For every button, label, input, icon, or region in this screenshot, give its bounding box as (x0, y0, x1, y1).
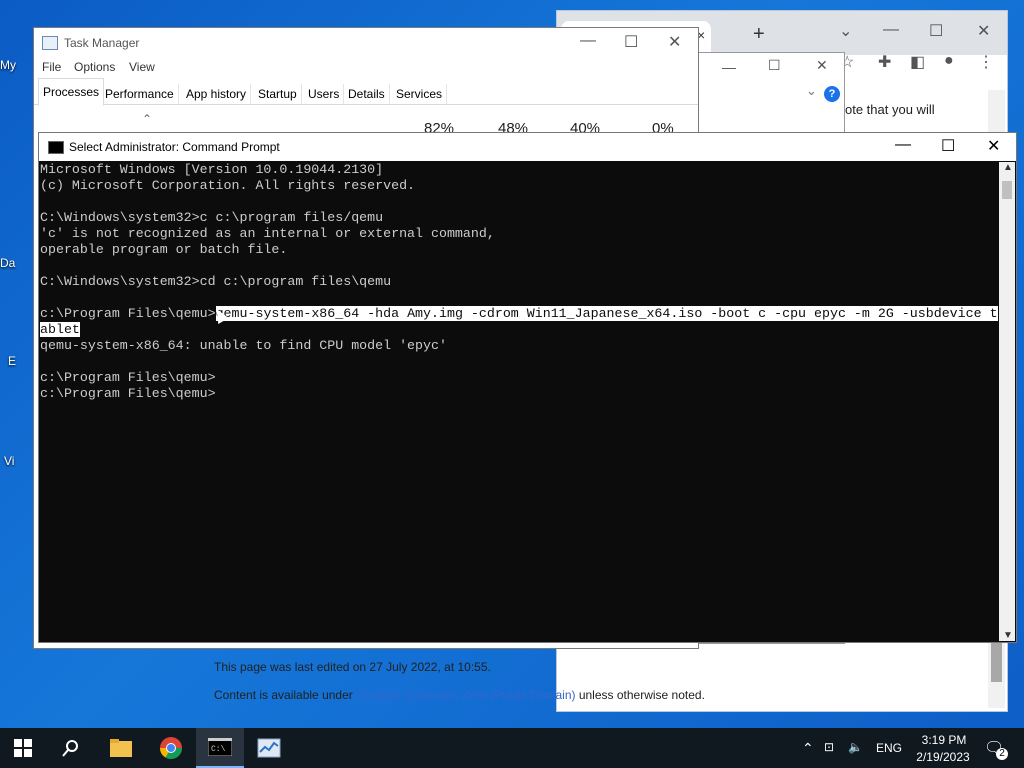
language-indicator[interactable]: ENG (876, 741, 902, 755)
command-prompt-window[interactable]: Select Administrator: Command Prompt — ☐… (38, 132, 1017, 643)
task-manager-icon (257, 738, 281, 758)
license-suffix: unless otherwise noted. (575, 688, 705, 702)
license-text: Content is available under Creative Comm… (214, 688, 705, 702)
clock-time[interactable]: 3:19 PM (914, 733, 974, 747)
search-button[interactable] (48, 728, 94, 768)
tab-users[interactable]: Users (304, 84, 345, 104)
clock-date[interactable]: 2/19/2023 (910, 750, 976, 764)
chevron-down-icon[interactable]: ⌄ (806, 83, 817, 99)
page-text-snippet: ote that you will (845, 102, 935, 117)
more-menu-icon[interactable]: ⋮ (978, 52, 994, 72)
scroll-down-icon[interactable]: ▼ (1003, 630, 1013, 641)
minimize-icon[interactable]: — (883, 21, 899, 39)
new-tab-button[interactable]: + (753, 23, 765, 46)
minimize-icon[interactable]: — (722, 59, 736, 75)
windows-logo-icon (14, 739, 32, 757)
close-icon[interactable]: ✕ (977, 21, 990, 41)
tab-startup[interactable]: Startup (254, 84, 302, 104)
close-icon[interactable]: ✕ (987, 136, 1000, 156)
console-line: 'c' is not recognized as an internal or … (40, 226, 495, 241)
chrome-icon (160, 737, 182, 759)
help-icon[interactable]: ? (824, 86, 840, 102)
console-line: C:\Windows\system32>c c:\program files/q… (40, 210, 384, 225)
console-line: C:\Windows\system32>cd c:\program files\… (40, 274, 392, 289)
maximize-icon[interactable]: ☐ (624, 32, 638, 52)
tab-app-history[interactable]: App history (182, 84, 252, 104)
cmd-taskbar-button[interactable]: C:\ (196, 728, 244, 768)
close-icon[interactable]: ✕ (668, 32, 681, 52)
chevron-down-icon[interactable]: ⌄ (839, 21, 852, 41)
console-line: c:\Program Files\qemu> (40, 386, 216, 401)
license-prefix: Content is available under (214, 688, 357, 702)
console-output[interactable]: Microsoft Windows [Version 10.0.19044.21… (40, 162, 998, 640)
extensions-icon[interactable]: ✚ (878, 52, 891, 72)
last-edited-text: This page was last edited on 27 July 202… (214, 660, 491, 674)
menu-view[interactable]: View (129, 60, 155, 74)
terminal-icon: C:\ (208, 738, 232, 756)
desktop-icon-label[interactable]: Vi (4, 454, 14, 468)
show-hidden-icons-chevron-icon[interactable]: ⌃ (802, 740, 814, 757)
menu-options[interactable]: Options (74, 60, 115, 74)
volume-icon[interactable]: 🔈 (848, 740, 863, 754)
cmd-icon (48, 141, 64, 154)
tab-services[interactable]: Services (392, 84, 448, 104)
folder-icon (110, 739, 132, 757)
desktop-icon-label[interactable]: E (8, 354, 16, 368)
start-button[interactable] (0, 728, 46, 768)
selected-command-text[interactable]: qemu-system-x86_64 -hda Amy.img -cdrom W… (215, 306, 998, 321)
menu-file[interactable]: File (42, 60, 61, 74)
close-icon[interactable]: ✕ (816, 57, 828, 74)
maximize-icon[interactable]: ☐ (929, 21, 943, 41)
side-panel-icon[interactable]: ◧ (910, 52, 925, 72)
console-line: (c) Microsoft Corporation. All rights re… (40, 178, 416, 193)
svg-text:C:\: C:\ (211, 745, 226, 754)
console-line: c:\Program Files\qemu> (40, 370, 216, 385)
maximize-icon[interactable]: ☐ (941, 136, 955, 156)
console-line: operable program or batch file. (40, 242, 288, 257)
console-line: ablet (40, 322, 998, 338)
search-icon (62, 740, 78, 757)
file-explorer-button[interactable] (98, 728, 144, 768)
task-manager-taskbar-button[interactable] (246, 728, 292, 768)
selected-command-text[interactable]: ablet (40, 322, 80, 337)
network-icon[interactable]: ⊡ (824, 740, 834, 754)
desktop-icon-label[interactable]: Da (0, 256, 15, 270)
console-scrollbar[interactable]: ▲ ▼ (999, 162, 1015, 641)
chrome-taskbar-button[interactable] (148, 728, 194, 768)
sort-chevron-up-icon[interactable]: ⌃ (142, 112, 152, 126)
page-scrollbar-thumb[interactable] (991, 640, 1002, 682)
console-line: c:\Program Files\qemu>qemu-system-x86_64… (40, 306, 998, 322)
console-line: Microsoft Windows [Version 10.0.19044.21… (40, 162, 384, 177)
profile-icon[interactable]: ● (944, 52, 954, 70)
tab-processes[interactable]: Processes (38, 78, 105, 106)
tab-performance[interactable]: Performance (101, 84, 179, 104)
window-title: Task Manager (64, 36, 140, 50)
prompt-text: c:\Program Files\qemu> (40, 306, 216, 321)
minimize-icon[interactable]: — (580, 32, 596, 50)
maximize-icon[interactable]: ☐ (768, 57, 781, 74)
tab-details[interactable]: Details (344, 84, 390, 104)
task-manager-icon (42, 36, 58, 50)
notification-count-badge: 2 (996, 748, 1008, 760)
minimize-icon[interactable]: — (895, 136, 911, 154)
license-link[interactable]: Creative Commons Zero (Public Domain) (356, 688, 575, 702)
console-line: qemu-system-x86_64: unable to find CPU m… (40, 338, 447, 353)
desktop-icon-label[interactable]: My (0, 58, 16, 72)
window-title: Select Administrator: Command Prompt (69, 140, 280, 154)
console-scrollbar-thumb[interactable] (1002, 181, 1012, 199)
scroll-up-icon[interactable]: ▲ (1003, 162, 1013, 173)
